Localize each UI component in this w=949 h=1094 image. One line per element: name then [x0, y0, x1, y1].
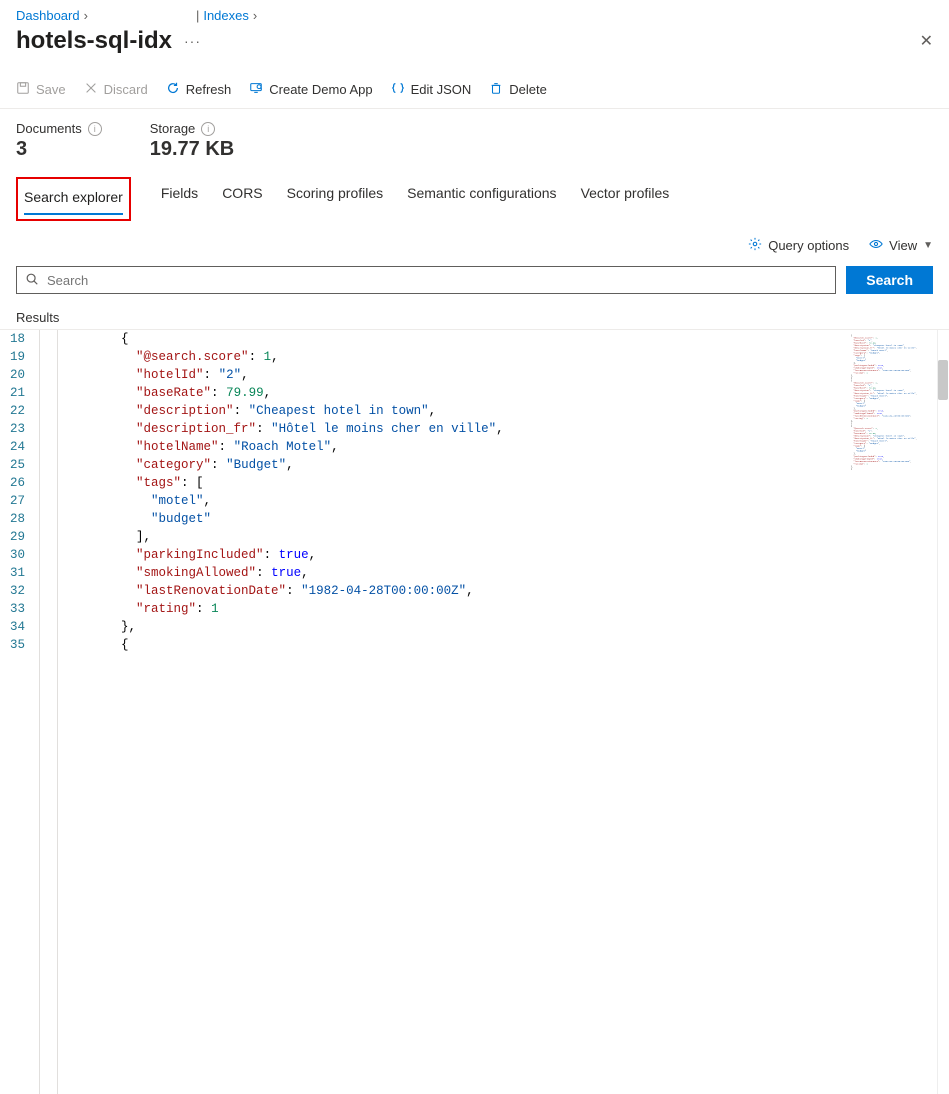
minimap-scrollbar[interactable]: [937, 330, 949, 1094]
page-header: hotels-sql-idx ··· ✕: [0, 27, 949, 71]
edit-json-icon: [391, 81, 405, 98]
create-demo-button[interactable]: Create Demo App: [249, 81, 372, 98]
search-button[interactable]: Search: [846, 266, 933, 294]
tab-cors[interactable]: CORS: [222, 177, 262, 221]
discard-button[interactable]: Discard: [84, 81, 148, 98]
edit-json-button[interactable]: Edit JSON: [391, 81, 472, 98]
view-label: View: [889, 238, 917, 253]
view-button[interactable]: View ▼: [869, 237, 933, 254]
results-label: Results: [0, 306, 949, 329]
query-options-label: Query options: [768, 238, 849, 253]
chevron-right-icon: ›: [253, 8, 257, 23]
fold-gutter: [40, 330, 58, 1094]
discard-label: Discard: [104, 82, 148, 97]
page-title: hotels-sql-idx: [16, 27, 172, 55]
delete-label: Delete: [509, 82, 547, 97]
gear-icon: [748, 237, 762, 254]
tab-vector[interactable]: Vector profiles: [581, 177, 670, 221]
chevron-right-icon: ›: [84, 8, 88, 23]
refresh-button[interactable]: Refresh: [166, 81, 232, 98]
query-options-button[interactable]: Query options: [748, 237, 849, 254]
tab-semantic[interactable]: Semantic configurations: [407, 177, 556, 221]
tutorial-highlight: Search explorer: [16, 177, 131, 221]
tab-scoring[interactable]: Scoring profiles: [287, 177, 384, 221]
delete-icon: [489, 81, 503, 98]
info-icon[interactable]: i: [201, 122, 215, 136]
delete-button[interactable]: Delete: [489, 81, 547, 98]
search-box[interactable]: [16, 266, 836, 294]
stats-row: Documents i 3 Storage i 19.77 KB: [0, 109, 949, 177]
storage-label: Storage: [150, 121, 196, 136]
discard-icon: [84, 81, 98, 98]
breadcrumb-pipe: |: [196, 8, 199, 23]
info-icon[interactable]: i: [88, 122, 102, 136]
stat-documents: Documents i 3: [16, 121, 102, 161]
eye-icon: [869, 237, 883, 254]
save-label: Save: [36, 82, 66, 97]
scrollbar-thumb[interactable]: [938, 360, 948, 400]
save-icon: [16, 81, 30, 98]
documents-value: 3: [16, 138, 102, 161]
toolbar: Save Discard Refresh Create Demo App Edi…: [0, 71, 949, 109]
refresh-icon: [166, 81, 180, 98]
save-button[interactable]: Save: [16, 81, 66, 98]
tab-search-explorer[interactable]: Search explorer: [24, 181, 123, 215]
more-menu-icon[interactable]: ···: [184, 33, 201, 49]
results-code[interactable]: { "@search.score": 1, "hotelId": "2", "b…: [58, 330, 839, 1094]
refresh-label: Refresh: [186, 82, 232, 97]
search-icon: [25, 272, 39, 289]
tab-fields[interactable]: Fields: [161, 177, 198, 221]
edit-json-label: Edit JSON: [411, 82, 472, 97]
breadcrumb-dashboard[interactable]: Dashboard: [16, 8, 80, 23]
breadcrumb: Dashboard › | Indexes ›: [0, 0, 949, 27]
breadcrumb-indexes[interactable]: Indexes: [203, 8, 249, 23]
chevron-down-icon: ▼: [923, 240, 933, 251]
documents-label: Documents: [16, 121, 82, 136]
results-editor: 181920212223242526272829303132333435 { "…: [0, 329, 949, 1094]
storage-value: 19.77 KB: [150, 138, 235, 161]
create-demo-label: Create Demo App: [269, 82, 372, 97]
tab-bar: Search explorer Fields CORS Scoring prof…: [0, 177, 949, 221]
stat-storage: Storage i 19.77 KB: [150, 121, 235, 161]
minimap[interactable]: { "@search.score": 1, "hotelId": "2", "b…: [839, 330, 949, 1094]
close-icon[interactable]: ✕: [920, 31, 933, 51]
search-input[interactable]: [47, 273, 827, 288]
search-row: Search: [0, 262, 949, 306]
view-options-row: Query options View ▼: [0, 221, 949, 262]
create-demo-icon: [249, 81, 263, 98]
line-gutter: 181920212223242526272829303132333435: [0, 330, 40, 1094]
